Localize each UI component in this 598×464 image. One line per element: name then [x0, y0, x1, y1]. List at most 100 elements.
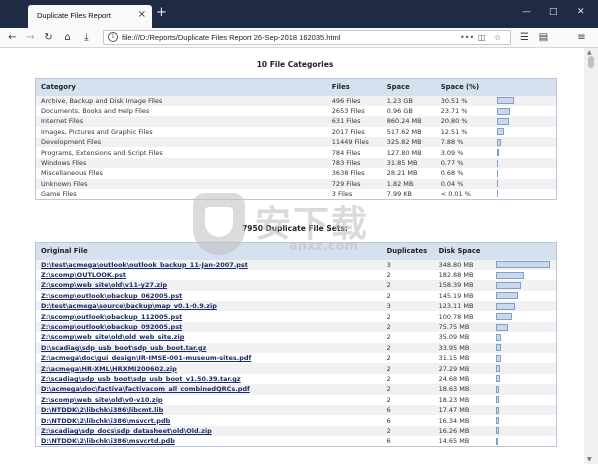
category-space-pct: 0.77 % [435, 157, 492, 169]
duplicate-path-cell: Z:\acmega\HR-XML\HRXMI200602.zip [35, 363, 382, 374]
category-space-pct: 30.51 % [435, 95, 492, 106]
bookmark-star-icon[interactable]: ☆ [494, 32, 501, 44]
category-row: Programs, Extensions and Script Files 784… [36, 147, 557, 157]
duplicate-bar-cell [491, 301, 557, 312]
category-space-pct: 0.04 % [435, 178, 492, 190]
categories-title: 10 File Categories [256, 60, 334, 69]
duplicate-path-cell: D:\NTDDK\2\libchk\i386\msvcrtd.pdb [36, 436, 382, 446]
scrollbar-thumb[interactable] [588, 56, 594, 68]
duplicate-file-link[interactable]: D:\acmega\doc\factiva\factivacom_all_com… [41, 385, 250, 393]
category-space: 860.24 MB [381, 116, 436, 127]
duplicate-space-bar [496, 281, 522, 289]
scroll-down-icon[interactable]: ▼ [587, 456, 592, 463]
category-row: Internet Files 631 Files 860.24 MB 20.80 % [35, 116, 557, 127]
header-space: Space [381, 78, 436, 96]
duplicate-file-link[interactable]: Z:\scadiag\sdp_docs\sdp_datasheet\old\Ol… [41, 427, 212, 435]
category-files: 729 Files [326, 178, 382, 190]
download-icon[interactable]: ⤓ [80, 31, 93, 44]
duplicate-file-link[interactable]: D:\test\acmega\source\backup\map_v0.1-0.… [41, 302, 217, 310]
duplicate-path-cell: D:\scadiag\sdp_usb_boot\sdp_usb_boot.tar… [35, 342, 382, 354]
category-bar-cell [491, 178, 557, 190]
scroll-up-icon[interactable]: ▲ [587, 49, 592, 56]
minimize-icon[interactable]: — [522, 7, 531, 17]
new-tab-icon[interactable]: + [156, 6, 167, 20]
category-space: 1.23 GB [381, 95, 436, 106]
category-space-bar [496, 138, 501, 146]
category-files: 631 Files [326, 116, 382, 127]
back-arrow-icon[interactable]: ← [6, 31, 19, 44]
duplicate-file-link[interactable]: D:\NTDDK\2\libchk\i386\msvcrtd.pdb [41, 437, 175, 445]
duplicate-count: 2 [381, 384, 434, 395]
category-space: 28.21 MB [386, 169, 418, 178]
duplicate-file-link[interactable]: Z:\scomp\OUTLOOK.pst [41, 271, 126, 279]
category-files: 3638 Files [331, 169, 365, 178]
duplicate-space-bar [496, 365, 501, 373]
duplicate-row: Z:\scomp\outlook\obackup_092005.pst 2 75.7… [35, 321, 557, 333]
pocket-icon[interactable]: ◫ [478, 32, 486, 44]
duplicate-file-link[interactable]: Z:\scomp\outlook\obackup_092005.pst [41, 323, 182, 331]
vertical-scrollbar[interactable]: ▲ ▼ [584, 48, 598, 464]
category-files: 784 Files [331, 148, 361, 157]
library-icon[interactable]: ☰ [518, 31, 531, 44]
duplicate-bar-cell [491, 259, 557, 270]
duplicate-path-cell: Z:\scomp\web_site\old\old_web_site.zip [36, 332, 382, 342]
duplicate-file-link[interactable]: Z:\scadiag\sdp_usb_boot\sdp_usb_boot_v1.… [41, 375, 241, 383]
browser-navbar: ← → ↻ ⌂ ⤓ i file:///D:/Reports/Duplicate… [0, 28, 598, 48]
forward-arrow-icon[interactable]: → [24, 31, 37, 44]
category-files: 496 Files [326, 95, 382, 106]
duplicate-space-bar [496, 292, 519, 300]
more-dots-icon[interactable]: ••• [460, 32, 474, 44]
category-space: 517.62 MB [386, 127, 422, 136]
url-text[interactable]: file:///D:/Reports/Duplicate Files Repor… [122, 33, 340, 42]
category-row: Archive, Backup and Disk Image Files 496 … [35, 95, 557, 106]
close-icon[interactable]: ✕ [577, 7, 585, 17]
duplicate-space-bar [496, 261, 551, 269]
header-files: Files [326, 78, 382, 96]
sidebar-icon[interactable]: ▤ [537, 31, 550, 44]
duplicate-file-link[interactable]: Z:\scomp\outlook\obackup_062005.pst [41, 292, 182, 300]
duplicate-file-link[interactable]: D:\NTDDK\2\libchk\i386\libcmt.lib [41, 406, 163, 414]
duplicate-disk-space: 75.75 MB [433, 321, 492, 333]
duplicate-file-link[interactable]: D:\NTDDK\2\libchk\i386\msvcrt.pdb [41, 417, 170, 425]
duplicate-bar-cell [491, 280, 557, 291]
url-bar[interactable]: i file:///D:/Reports/Duplicate Files Rep… [103, 30, 511, 45]
header-category: Category [35, 78, 327, 96]
header-dup-bar [491, 242, 557, 260]
watermark-logo: 安下载 anxz.com [193, 193, 411, 293]
duplicate-space-bar [496, 302, 516, 310]
duplicate-path-cell: D:\NTDDK\2\libchk\i386\libcmt.lib [35, 404, 382, 416]
reload-icon[interactable]: ↻ [42, 31, 55, 44]
duplicate-file-link[interactable]: Z:\scomp\web_site\old\old_web_site.zip [41, 333, 184, 341]
duplicate-file-link[interactable]: Z:\acmega\HR-XML\HRXMI200602.zip [41, 365, 177, 373]
category-space-pct: 23.71 % [440, 107, 468, 116]
duplicate-bar-cell [491, 404, 557, 416]
duplicate-file-link[interactable]: D:\scadiag\sdp_usb_boot\sdp_usb_boot.tar… [41, 344, 206, 352]
duplicate-file-link[interactable]: Z:\acmega\doc\gui_design\IR-IMSE-001-mus… [41, 354, 251, 362]
duplicate-space-bar [496, 437, 499, 445]
category-space-bar [496, 128, 504, 136]
home-icon[interactable]: ⌂ [61, 31, 74, 44]
duplicate-path-cell: Z:\scomp\web_site\old\v0-v10.zip [36, 395, 382, 405]
duplicate-count: 2 [386, 312, 391, 321]
maximize-icon[interactable]: □ [549, 7, 558, 17]
duplicate-row: Z:\scomp\outlook\obackup_112005.pst 2 100.… [36, 311, 557, 321]
category-name: Internet Files [35, 116, 327, 127]
categories-body: Archive, Backup and Disk Image Files 496 … [35, 95, 557, 200]
browser-tab[interactable]: Duplicate Files Report × [28, 5, 152, 28]
duplicate-file-link[interactable]: Z:\scomp\web_site\old\v0-v10.zip [41, 396, 163, 404]
hamburger-menu-icon[interactable]: ≡ [575, 31, 588, 44]
duplicate-file-link[interactable]: Z:\scomp\outlook\obackup_112005.pst [41, 313, 182, 321]
category-space-pct: 0.68 % [440, 169, 464, 178]
duplicate-disk-space: 145.19 MB [438, 291, 474, 300]
duplicate-file-link[interactable]: Z:\scomp\web_site\old\v11-y27.zip [41, 281, 167, 289]
tab-close-icon[interactable]: × [138, 9, 146, 21]
info-icon[interactable]: i [108, 32, 118, 42]
duplicate-space-bar [496, 333, 502, 341]
duplicate-disk-space: 27.29 MB [433, 363, 492, 374]
category-files: 783 Files [326, 157, 382, 169]
category-space: 127.80 MB [386, 148, 422, 157]
duplicate-disk-space: 24.68 MB [438, 374, 470, 383]
duplicate-row: D:\acmega\doc\factiva\factivacom_all_com… [35, 384, 557, 395]
category-space-bar [496, 149, 499, 157]
duplicate-count: 2 [386, 395, 391, 404]
